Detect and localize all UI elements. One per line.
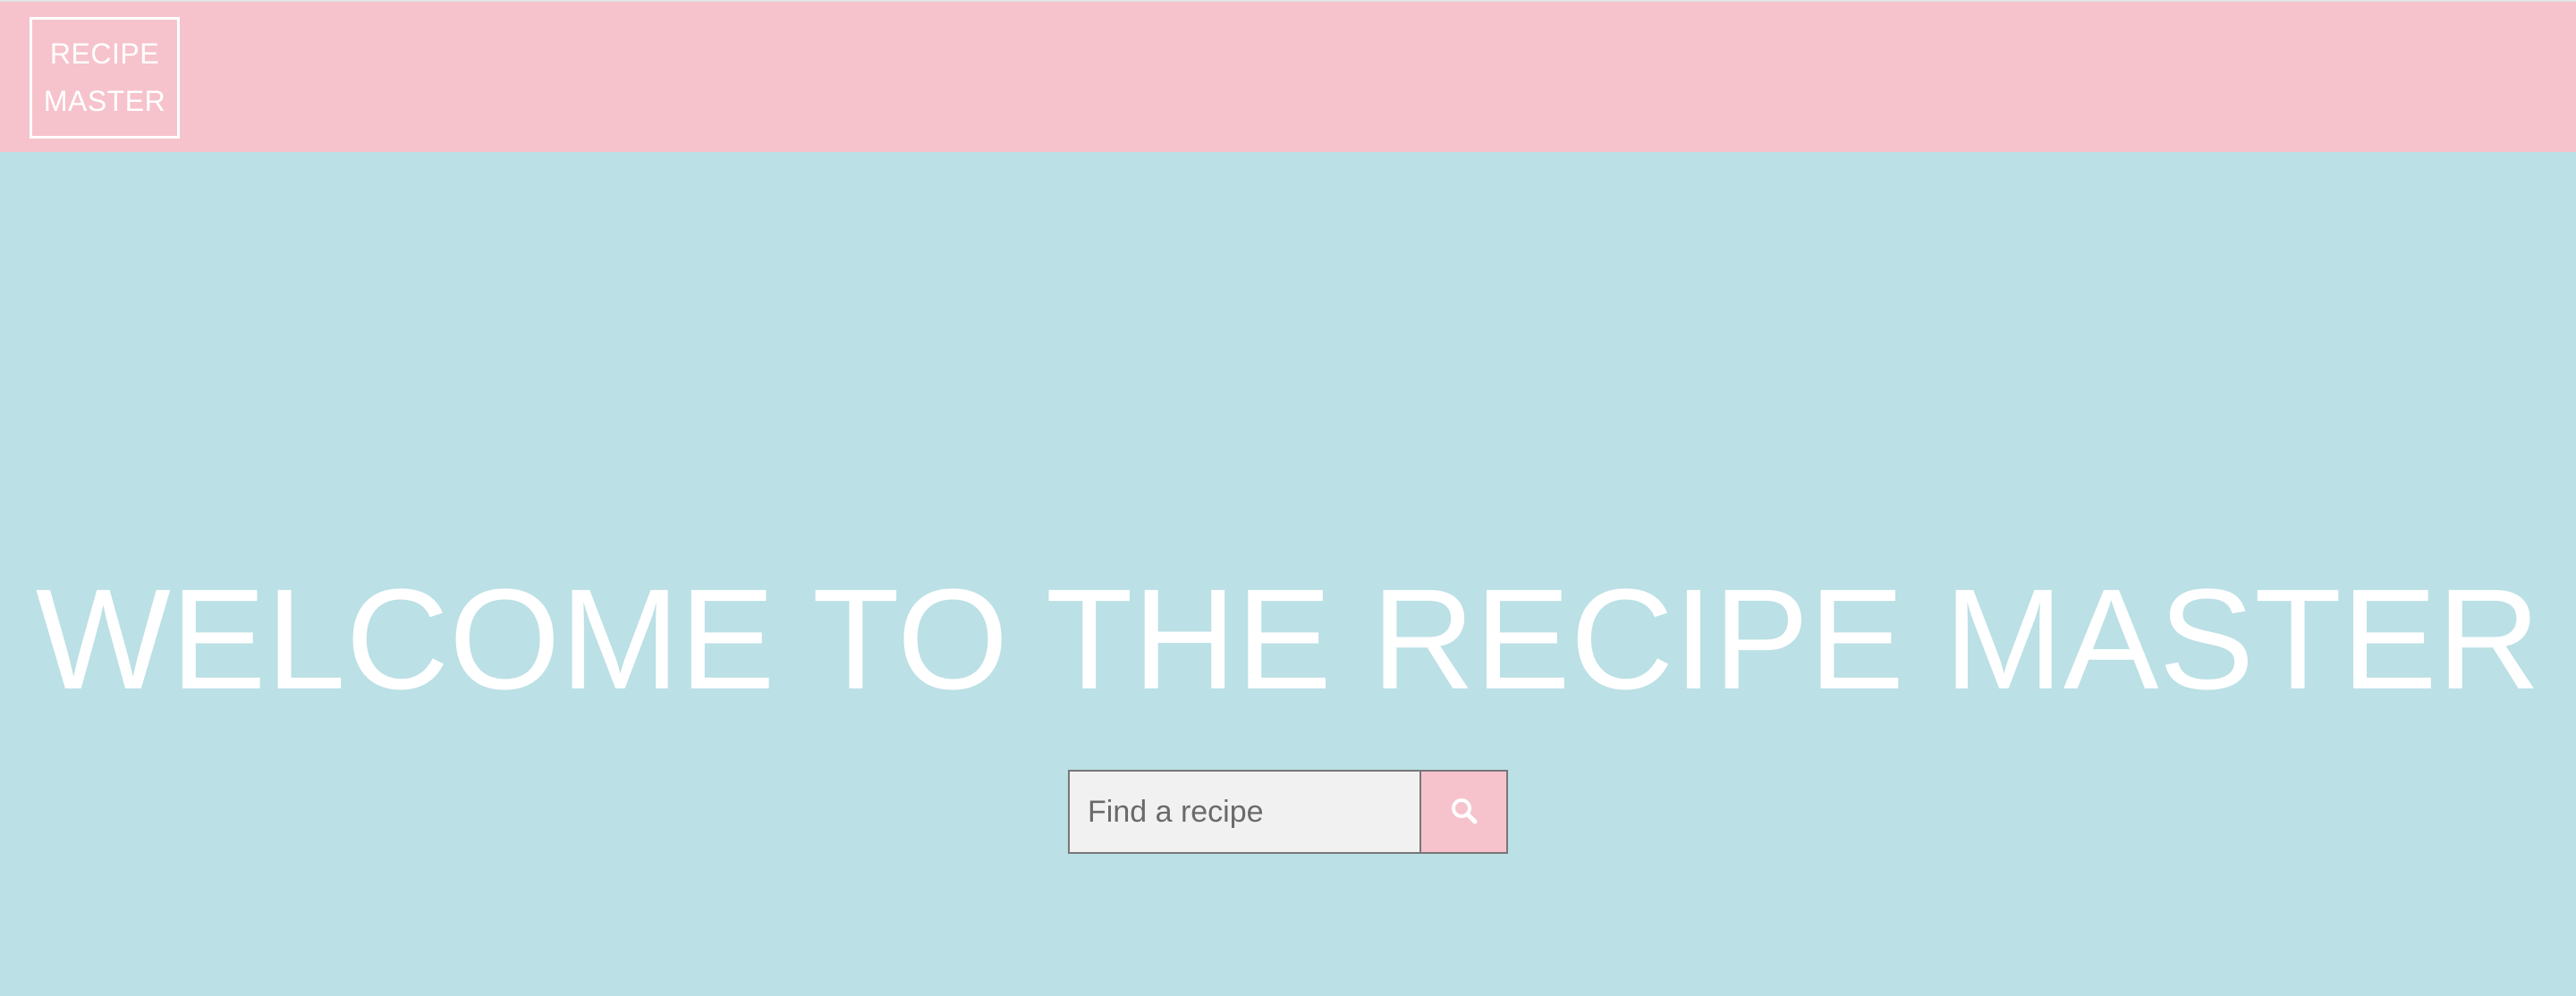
site-logo[interactable]: RECIPE MASTER [30, 17, 180, 139]
site-header: RECIPE MASTER [0, 0, 2576, 152]
search-button[interactable] [1419, 770, 1508, 854]
logo-line-2: MASTER [43, 85, 166, 117]
recipe-search-form [1068, 770, 1508, 854]
search-icon [1449, 796, 1479, 829]
logo-line-1: RECIPE [49, 38, 160, 70]
recipe-search-input[interactable] [1068, 770, 1419, 854]
page-title: WELCOME TO THE RECIPE MASTER [35, 559, 2541, 719]
